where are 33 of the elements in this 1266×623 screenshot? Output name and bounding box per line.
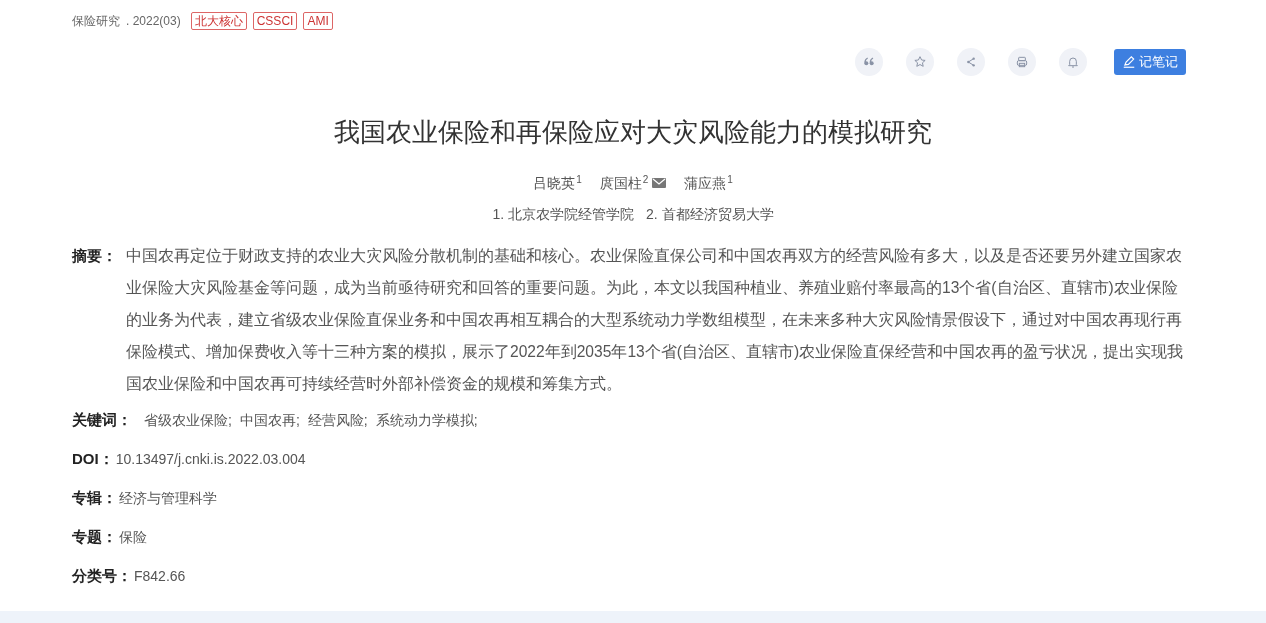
pencil-icon (1122, 55, 1136, 69)
field-label: 专辑： (72, 487, 117, 508)
index-tag: 北大核心 (190, 12, 247, 30)
field-value: 10.13497/j.cnki.is.2022.03.004 (115, 449, 306, 469)
bell-icon[interactable] (1059, 48, 1087, 76)
print-icon[interactable] (1008, 48, 1036, 76)
article-title: 我国农业保险和再保险应对大灾风险能力的模拟研究 (333, 116, 933, 148)
author-link[interactable]: 庹国柱$^{2}$ (599, 172, 667, 194)
field-value: 保险 (119, 527, 147, 547)
keyword-link[interactable]: 系统动力学模拟; (375, 409, 478, 431)
journal-name[interactable]: 保险研究 (72, 12, 120, 30)
affiliation-link[interactable]: 2. 首都经济贸易大学 (646, 204, 774, 226)
affiliation-link[interactable]: 1. 北京农学院经管学院 (492, 204, 634, 226)
author-link[interactable]: 吕晓英$^{1}$ (533, 172, 582, 194)
share-icon[interactable] (957, 48, 985, 76)
field-value: 经济与管理科学 (119, 488, 217, 508)
field-label: DOI： (72, 448, 114, 469)
keyword-link[interactable]: 省级农业保险; (144, 409, 232, 431)
keyword-link[interactable]: 中国农再; (239, 409, 300, 431)
index-tag: CSSCI (252, 12, 298, 30)
abstract-text: 中国农再定位于财政支持的农业大灾风险分散机制的基础和核心。农业保险直保公司和中国农再双方的经营风险有多大，以及是否还要另外建立国家农业保险大灾风险基金等问题，成为当前亟待研究和回答的重要问题。为此，本文以我国种植业、养殖业赔付率最高的13个省(自治区、直辖市)农业保险的业务为代表，建立省级农业保险直保业务和中国农再相互耦合的大型系统动力学数组模型，在未来多种大灾风险情景假设下，通过对中国农再现行再保险模式、增加保费收入等十三种方案的模拟，展示了2022年到2035年13个省(自治区、直辖市)农业保险直保经营和中国农再的盈亏状况，提出实现我国农业保险和中国农再可持续经营时外部补偿资金的规模和筹集方式。 (126, 246, 1185, 394)
mail-icon[interactable] (652, 178, 667, 188)
author-link[interactable]: 蒲应燕$^{1}$ (684, 172, 733, 194)
quote-icon[interactable] (855, 48, 883, 76)
keywords-label: 关键词： (72, 409, 133, 430)
field-label: 专题： (72, 526, 117, 547)
keyword-link[interactable]: 经营风险; (307, 409, 368, 431)
abstract-label: 摘要： (72, 246, 118, 266)
note-button[interactable]: 记笔记 (1114, 49, 1186, 75)
field-value: F842.66 (134, 566, 186, 586)
field-label: 分类号： (72, 565, 132, 586)
issue-label[interactable]: . 2022(03) (126, 12, 181, 30)
index-tag: AMI (303, 12, 333, 30)
